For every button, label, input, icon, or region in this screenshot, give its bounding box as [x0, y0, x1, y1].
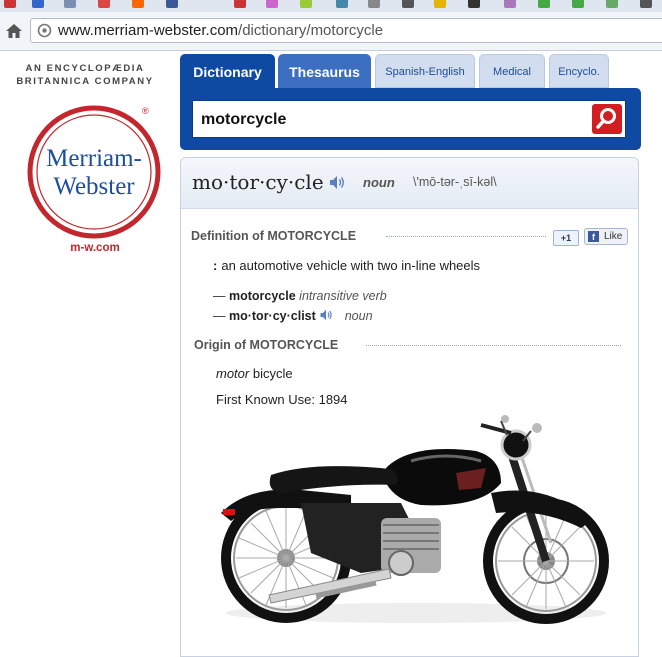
bookmark-icon[interactable] [368, 0, 380, 8]
facebook-icon: f [588, 231, 599, 242]
facebook-icon[interactable] [166, 0, 178, 8]
engine [381, 518, 441, 576]
bookmark-icon[interactable] [504, 0, 516, 8]
bookmark-icon[interactable] [402, 0, 414, 8]
entry-header: mo·tor·cy·cle noun \'mō-tər-ˌsī-kəl\ [181, 158, 638, 209]
tab-dictionary[interactable]: Dictionary [180, 54, 275, 88]
logo-text: Webster [53, 173, 135, 200]
mw-com-link[interactable]: m-w.com [50, 242, 140, 254]
bookmark-icon[interactable] [32, 0, 44, 8]
run-on-dash: — [213, 309, 226, 323]
motorcycle-image [221, 415, 609, 624]
bookmark-icon[interactable] [300, 0, 312, 8]
imdb-icon[interactable] [434, 0, 446, 8]
search-icon [596, 108, 616, 129]
search-input[interactable]: motorcycle [192, 100, 626, 138]
speaker-icon[interactable] [319, 309, 334, 321]
tagline-line: AN ENCYCLOPÆDIA [25, 63, 145, 74]
url-text: www.merriam-webster.com/dictionary/motor… [58, 22, 383, 39]
origin-heading: Origin of MOTORCYCLE [194, 338, 339, 352]
definition-heading: Definition of MOTORCYCLE [191, 229, 357, 243]
like-label: Like [604, 231, 623, 242]
section-divider [386, 236, 546, 237]
section-divider [366, 345, 621, 346]
etymology-word: motor [216, 366, 250, 381]
first-known-use: First Known Use: 1894 [216, 392, 348, 407]
etymology: motor bicycle [216, 366, 293, 381]
merriam-webster-logo[interactable]: Merriam- Webster ® [26, 104, 162, 240]
bookmark-icon[interactable] [64, 0, 76, 8]
bookmark-icon[interactable] [132, 0, 144, 8]
bookmark-icon[interactable] [336, 0, 348, 8]
entry-card: mo·tor·cy·cle noun \'mō-tər-ˌsī-kəl\ Def… [180, 157, 639, 657]
run-on-entry: — motorcycle intransitive verb [213, 289, 387, 303]
url-input[interactable]: www.merriam-webster.com/dictionary/motor… [30, 18, 662, 43]
run-on-word: motorcycle [228, 289, 296, 303]
part-of-speech: noun [363, 175, 395, 190]
bookmark-icon[interactable] [538, 0, 550, 8]
definition-text: an automotive vehicle with two in-line w… [221, 258, 481, 273]
tab-thesaurus[interactable]: Thesaurus [278, 54, 371, 88]
search-button[interactable] [592, 104, 622, 134]
search-value: motorcycle [201, 111, 287, 128]
bookmarks-bar [0, 0, 662, 12]
url-host: www.merriam-webster.com [58, 22, 239, 39]
etymology-rest: bicycle [252, 366, 293, 381]
tab-spanish-english[interactable]: Spanish-English [375, 54, 475, 88]
gmail-icon[interactable] [98, 0, 110, 8]
tab-medical[interactable]: Medical [479, 54, 545, 88]
definition: : an automotive vehicle with two in-line … [213, 258, 480, 273]
pronunciation: \'mō-tər-ˌsī-kəl\ [413, 175, 497, 189]
headword: mo·tor·cy·cle [192, 170, 324, 194]
britannica-tagline: AN ENCYCLOPÆDIA BRITANNICA COMPANY [10, 62, 160, 88]
bookmark-icon[interactable] [468, 0, 480, 8]
tab-encyclopedia[interactable]: Encyclo. [549, 54, 609, 88]
bookmark-icon[interactable] [4, 0, 16, 8]
bookmark-icon[interactable] [606, 0, 618, 8]
registered-mark: ® [142, 106, 149, 116]
run-on-word: mo·tor·cy·clist [228, 309, 316, 323]
home-icon[interactable] [5, 22, 23, 40]
tagline-line: BRITANNICA COMPANY [16, 76, 154, 87]
google-plus-button[interactable]: +1 [553, 230, 579, 246]
url-path: /dictionary/motorcycle [238, 22, 384, 39]
run-on-dash: — [213, 289, 226, 303]
logo-text: Merriam- [46, 145, 142, 172]
facebook-like-button[interactable]: f Like [584, 228, 628, 245]
run-on-entry: — mo·tor·cy·clist noun [213, 309, 373, 323]
definition-marker: : [213, 258, 218, 273]
bookmark-icon[interactable] [234, 0, 246, 8]
bookmark-icon[interactable] [266, 0, 278, 8]
run-on-label: intransitive verb [299, 289, 387, 303]
address-bar-area: www.merriam-webster.com/dictionary/motor… [0, 12, 662, 51]
bookmark-icon[interactable] [640, 0, 652, 8]
bookmark-icon[interactable] [572, 0, 584, 8]
run-on-label: noun [344, 309, 373, 323]
page-icon [37, 23, 52, 38]
speaker-icon[interactable] [329, 175, 346, 190]
search-panel: motorcycle [180, 88, 641, 150]
